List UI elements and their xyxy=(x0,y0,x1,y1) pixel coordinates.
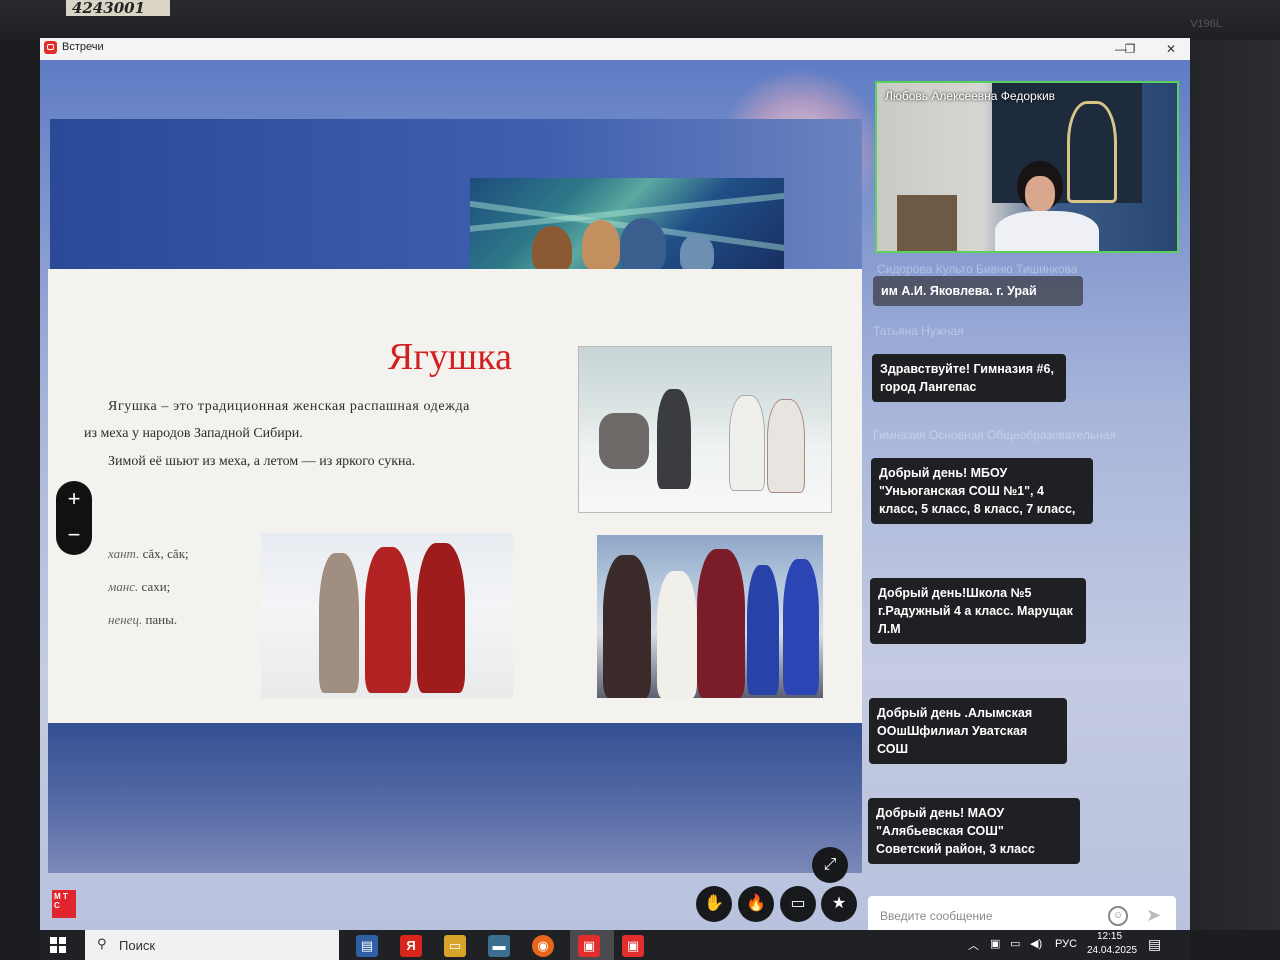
search-icon: ⚲ xyxy=(97,936,107,951)
language-term-mansi: манс. сахи; xyxy=(108,579,171,594)
participant-shirt xyxy=(995,211,1099,251)
window-title: Встречи xyxy=(62,41,104,53)
chat-sender-name: Гимназия Основная Общеобразовательная xyxy=(873,428,1116,442)
notifications-icon[interactable]: ▤ xyxy=(1148,936,1161,953)
send-icon[interactable]: ➤ xyxy=(1146,905,1161,926)
slide-content: Ягушка Ягушка – это традиционная женская… xyxy=(48,269,862,723)
clock-date[interactable]: 24.04.2025 xyxy=(1087,945,1137,956)
screen-share-button[interactable]: ▭ xyxy=(780,886,816,922)
yandex-browser-icon[interactable]: Я xyxy=(400,935,422,957)
monitor-bezel-right xyxy=(1186,40,1280,930)
participant-name: Любовь Алексеевна Федоркив xyxy=(885,89,1056,103)
zoom-out-button[interactable]: − xyxy=(56,524,92,546)
bookshelf xyxy=(897,195,957,251)
chat-message: Добрый день .Алымская ООшШфилиал Уватска… xyxy=(869,698,1067,764)
message-input[interactable] xyxy=(878,908,1102,924)
media-app-icon[interactable]: ▬ xyxy=(488,935,510,957)
photo-family-in-traditional-dress xyxy=(597,535,823,698)
zoom-in-button[interactable]: + xyxy=(56,488,92,510)
participant-video-tile[interactable]: Любовь Алексеевна Федоркив xyxy=(875,81,1179,253)
tray-chevron-icon[interactable]: ︿ xyxy=(968,937,979,953)
chat-sender-name: Татьяна Нужная xyxy=(873,324,964,338)
app-window: Встречи — ❐ ✕ Ягушка Ягушка – это традиц… xyxy=(40,38,1190,930)
close-button[interactable]: ✕ xyxy=(1158,40,1184,58)
taskbar-search[interactable]: ⚲ Поиск xyxy=(85,930,339,960)
slide-footer-band xyxy=(48,723,862,873)
title-bar[interactable]: Встречи — ❐ ✕ xyxy=(40,38,1190,61)
chat-input-box: ☺ ➤ xyxy=(868,896,1176,930)
language-indicator[interactable]: РУС xyxy=(1055,938,1077,950)
photo-reindeer-women xyxy=(578,346,832,513)
fullscreen-button[interactable]: ⤢ xyxy=(812,847,848,883)
chat-message: Добрый день! МАОУ "Алябьевская СОШ" Сове… xyxy=(868,798,1080,864)
tray-wifi-icon[interactable]: ▭ xyxy=(1010,937,1020,950)
meeting-area: Ягушка Ягушка – это традиционная женская… xyxy=(40,60,1190,930)
slide-paragraph-2: Зимой её шьют из меха, а летом — из ярко… xyxy=(108,454,416,469)
windows-start-icon[interactable] xyxy=(50,937,66,953)
search-label: Поиск xyxy=(119,938,156,953)
participant-face xyxy=(1025,176,1055,212)
asset-sticker: 4243001 xyxy=(66,0,170,16)
chat-message: Здравствуйте! Гимназия #6, город Лангепа… xyxy=(872,354,1066,402)
slide-banner-image xyxy=(470,178,784,270)
firefox-icon[interactable]: ◉ xyxy=(532,935,554,957)
slide-paragraph-1-line-2: из меха у народов Западной Сибири. xyxy=(84,426,303,441)
chat-message: им А.И. Яковлева. г. Урай xyxy=(873,276,1083,306)
meetings-app-icon-2[interactable]: ▣ xyxy=(622,935,644,957)
restore-button[interactable]: ❐ xyxy=(1117,40,1143,58)
language-term-khanty: хант. сăх, сăк; xyxy=(108,546,189,561)
file-explorer-icon[interactable]: ▭ xyxy=(444,935,466,957)
monitor-model-label: V196L xyxy=(1190,18,1222,30)
documents-app-icon[interactable]: ▤ xyxy=(356,935,378,957)
emoji-icon[interactable]: ☺ xyxy=(1108,906,1128,926)
wall-decoration xyxy=(1067,101,1117,203)
chat-message: Добрый день! МБОУ "Уньюганская СОШ №1", … xyxy=(871,458,1093,524)
tray-network-icon[interactable]: ▣ xyxy=(990,937,1000,950)
chat-message: Добрый день!Школа №5 г.Радужный 4 а клас… xyxy=(870,578,1086,644)
clock-time[interactable]: 12:15 xyxy=(1097,931,1122,942)
tray-volume-icon[interactable]: ◀) xyxy=(1030,937,1042,950)
reaction-button[interactable]: 🔥 xyxy=(738,886,774,922)
photo-women-in-fur-coats xyxy=(261,533,513,698)
taskbar: ⚲ Поиск ▤ Я ▭ ▬ ◉ ▣ ▣ ︿ ▣ ▭ ◀) РУС 12:15… xyxy=(40,930,1190,960)
slide-paragraph-1-line-1: Ягушка – это традиционная женская распаш… xyxy=(108,399,471,414)
language-term-nenets: ненец. паны. xyxy=(108,612,178,627)
favorite-button[interactable]: ★ xyxy=(821,886,857,922)
meetings-app-icon[interactable]: ▣ xyxy=(578,935,600,957)
app-icon xyxy=(44,41,57,54)
monitor-bezel xyxy=(0,0,1280,40)
zoom-controls: + − xyxy=(56,481,92,555)
mts-logo: М Т С xyxy=(52,890,76,918)
raise-hand-button[interactable]: ✋ xyxy=(696,886,732,922)
slide-title: Ягушка xyxy=(388,336,512,378)
chat-sender-name: Сидорова Культо Бивню Тишинкова xyxy=(877,262,1078,276)
